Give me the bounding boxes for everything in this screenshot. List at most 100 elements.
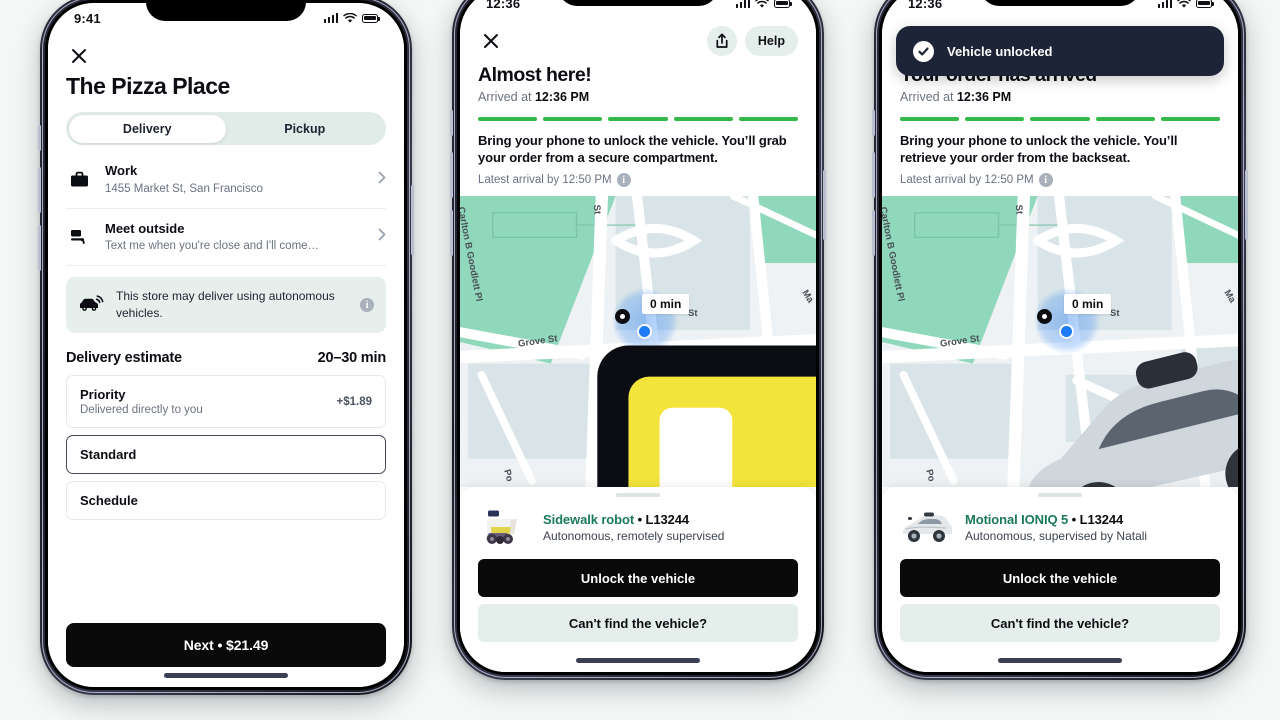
progress-segment — [900, 117, 960, 121]
tracking-message: Bring your phone to unlock the vehicle. … — [900, 132, 1178, 166]
sheet-grab-handle[interactable] — [1038, 493, 1082, 497]
checkout-rows: Work 1455 Market St, San Francisco Meet … — [48, 151, 404, 527]
vehicle-sheet-2: Sidewalk robot • L13244 Autonomous, remo… — [460, 487, 816, 672]
latest-arrival-line: Latest arrival by 12:50 PM i — [478, 173, 798, 188]
latest-arrival-line: Latest arrival by 12:50 PM i — [900, 173, 1220, 188]
cellular-bars-icon — [735, 0, 750, 8]
address-row[interactable]: Work 1455 Market St, San Francisco — [66, 151, 386, 209]
arrived-time: 12:36 PM — [956, 90, 1012, 104]
info-icon[interactable]: i — [616, 173, 631, 188]
check-circle-icon — [913, 40, 934, 62]
vehicle-separator: • — [1068, 511, 1080, 527]
cant-find-vehicle-button[interactable]: Can't find the vehicle? — [900, 604, 1220, 642]
phone-bezel-2: 12:36 Help Almost here! Arrived at 12:36… — [457, 0, 819, 675]
checkout-body: The Pizza Place Delivery Pickup Work 145… — [48, 33, 404, 687]
map-view-2[interactable]: Carlton B Goodlett Pl Grove St St St Ma … — [460, 196, 816, 487]
help-button[interactable]: Help — [744, 26, 798, 56]
status-bar-1: 9:41 — [48, 3, 404, 33]
home-indicator — [164, 673, 288, 678]
vehicle-desc: Autonomous, remotely supervised — [543, 528, 725, 543]
progress-bar — [478, 117, 799, 121]
option-priority-price: +$1.89 — [336, 395, 373, 408]
option-priority-text: Priority Delivered directly to you — [80, 387, 203, 416]
tab-pickup[interactable]: Pickup — [226, 115, 384, 143]
dropoff-row[interactable]: Meet outside Text me when you're close a… — [66, 209, 386, 267]
latest-arrival-text: Latest arrival by 12:50 PM — [900, 174, 1034, 187]
ioniq5-car-icon — [900, 506, 952, 548]
progress-segment — [543, 117, 603, 121]
tracking-message: Bring your phone to unlock the vehicle. … — [478, 132, 787, 166]
home-indicator — [576, 658, 700, 663]
address-text: Work 1455 Market St, San Francisco — [105, 162, 365, 197]
option-schedule[interactable]: Schedule — [66, 481, 386, 521]
page-title: The Pizza Place — [66, 73, 230, 99]
screen-tracking-robot: 12:36 Help Almost here! Arrived at 12:36… — [460, 0, 816, 672]
phone-mockup-1: 9:41 The Pizza Place Delivery Pickup Wor… — [38, 0, 414, 695]
option-priority[interactable]: Priority Delivered directly to you +$1.8… — [66, 375, 386, 429]
toast-vehicle-unlocked: Vehicle unlocked — [896, 26, 1224, 76]
phone-volume-up-button — [450, 152, 453, 198]
delivery-estimate-label: Delivery estimate — [66, 350, 182, 367]
option-priority-name: Priority — [80, 387, 126, 403]
screen-checkout: 9:41 The Pizza Place Delivery Pickup Wor… — [48, 3, 404, 687]
close-icon[interactable] — [66, 43, 92, 69]
info-icon[interactable]: i — [360, 298, 374, 313]
next-button[interactable]: Next • $21.49 — [66, 623, 386, 667]
progress-segment — [1030, 117, 1090, 121]
battery-icon — [774, 0, 792, 8]
tracking-top-bar: Help — [478, 26, 798, 56]
vehicle-text: Motional IONIQ 5 • L13244 Autonomous, su… — [965, 512, 1220, 543]
unlock-vehicle-button[interactable]: Unlock the vehicle — [900, 559, 1220, 597]
close-icon[interactable] — [478, 28, 504, 54]
vehicle-title: Sidewalk robot • L13244 — [543, 512, 798, 527]
vehicle-name: Sidewalk robot — [543, 511, 635, 527]
vehicle-title: Motional IONIQ 5 • L13244 — [965, 512, 1220, 527]
phone-mockup-2: 12:36 Help Almost here! Arrived at 12:36… — [450, 0, 826, 680]
progress-segment — [608, 117, 668, 121]
option-priority-desc: Delivered directly to you — [80, 404, 203, 417]
vehicle-separator: • — [634, 511, 646, 527]
vehicle-info-row: Motional IONIQ 5 • L13244 Autonomous, su… — [900, 506, 1220, 548]
delivery-pickup-toggle[interactable]: Delivery Pickup — [66, 112, 386, 145]
latest-arrival-text: Latest arrival by 12:50 PM — [478, 174, 612, 187]
battery-icon — [362, 13, 380, 23]
phone-mute-button — [872, 110, 875, 136]
vehicle-id: L13244 — [1079, 511, 1124, 527]
sheet-grab-handle[interactable] — [616, 493, 660, 497]
sidewalk-robot-map-icon — [597, 345, 816, 487]
status-time: 12:36 — [486, 0, 521, 11]
tracking-header-2: Help Almost here! Arrived at 12:36 PM Br… — [460, 18, 816, 196]
vehicle-sheet-3: Motional IONIQ 5 • L13244 Autonomous, su… — [882, 487, 1238, 672]
progress-segment — [1095, 117, 1155, 121]
phone-volume-down-button — [872, 210, 875, 256]
map-view-3[interactable]: Carlton B Goodlett Pl Grove St St St Ma … — [882, 196, 1238, 487]
tracking-body-3: Vehicle unlocked Arrived at 12:36 PM Bri… — [882, 18, 1238, 672]
progress-segment — [673, 117, 733, 121]
phone-notch — [558, 0, 718, 6]
flex-spacer — [48, 527, 404, 623]
phone-bezel-1: 9:41 The Pizza Place Delivery Pickup Wor… — [45, 0, 407, 690]
share-icon[interactable] — [706, 26, 737, 56]
option-standard[interactable]: Standard — [66, 435, 386, 475]
wifi-icon — [343, 12, 357, 23]
phone-mute-button — [450, 110, 453, 136]
av-banner-text: This store may deliver using autonomous … — [116, 289, 335, 321]
arrived-at-line: Arrived at 12:36 PM — [478, 90, 798, 104]
arrived-prefix: Arrived at — [900, 90, 957, 104]
unlock-vehicle-button[interactable]: Unlock the vehicle — [478, 559, 798, 597]
info-icon[interactable]: i — [1038, 173, 1053, 188]
eta-badge: 0 min — [1064, 294, 1112, 315]
address-title: Work — [105, 163, 138, 178]
chevron-right-icon — [378, 171, 386, 188]
phone-volume-up-button — [38, 167, 41, 213]
tab-delivery[interactable]: Delivery — [68, 114, 226, 143]
phone-bezel-3: 12:36 Vehicle unlocked Arrived at 12:36 … — [879, 0, 1241, 675]
briefcase-icon — [66, 171, 92, 188]
phone-mute-button — [38, 125, 41, 151]
progress-segment — [965, 117, 1025, 121]
cant-find-vehicle-button[interactable]: Can't find the vehicle? — [478, 604, 798, 642]
dropoff-title: Meet outside — [105, 220, 185, 236]
vehicle-info-row: Sidewalk robot • L13244 Autonomous, remo… — [478, 506, 798, 548]
vehicle-text: Sidewalk robot • L13244 Autonomous, remo… — [543, 512, 798, 543]
home-indicator — [998, 658, 1122, 663]
